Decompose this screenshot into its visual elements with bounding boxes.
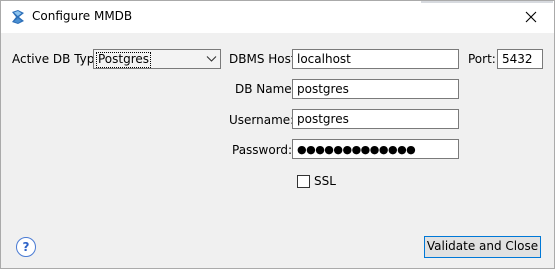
- dbms-host-input[interactable]: localhost: [292, 49, 459, 69]
- db-type-label: Active DB Type:: [12, 52, 106, 66]
- close-button[interactable]: [508, 1, 554, 33]
- ssl-checkbox[interactable]: [297, 175, 310, 188]
- close-x-icon: [525, 11, 537, 23]
- window-title: Configure MMDB: [32, 9, 133, 23]
- db-type-select[interactable]: Postgres: [93, 49, 221, 69]
- db-name-label: DB Name:: [235, 82, 296, 96]
- password-input[interactable]: ●●●●●●●●●●●●●: [292, 139, 459, 159]
- username-input[interactable]: postgres: [292, 109, 459, 129]
- password-label: Password:: [232, 143, 293, 157]
- mmdb-app-icon: [12, 10, 24, 24]
- dialog-content: Active DB Type: Postgres DBMS Host: loca…: [1, 33, 554, 268]
- db-name-input[interactable]: postgres: [292, 79, 459, 99]
- ssl-label: SSL: [314, 174, 336, 188]
- chevron-down-icon: [206, 56, 217, 62]
- port-input[interactable]: 5432: [497, 49, 543, 69]
- title-bar: Configure MMDB: [1, 1, 554, 33]
- help-button[interactable]: ?: [16, 237, 36, 257]
- dbms-host-label: DBMS Host:: [229, 52, 300, 66]
- db-type-value: Postgres: [96, 52, 152, 68]
- validate-and-close-button[interactable]: Validate and Close: [424, 236, 541, 258]
- port-label: Port:: [468, 52, 496, 66]
- configure-mmdb-dialog: Configure MMDB Active DB Type: Postgres …: [0, 0, 555, 269]
- username-label: Username:: [229, 113, 295, 127]
